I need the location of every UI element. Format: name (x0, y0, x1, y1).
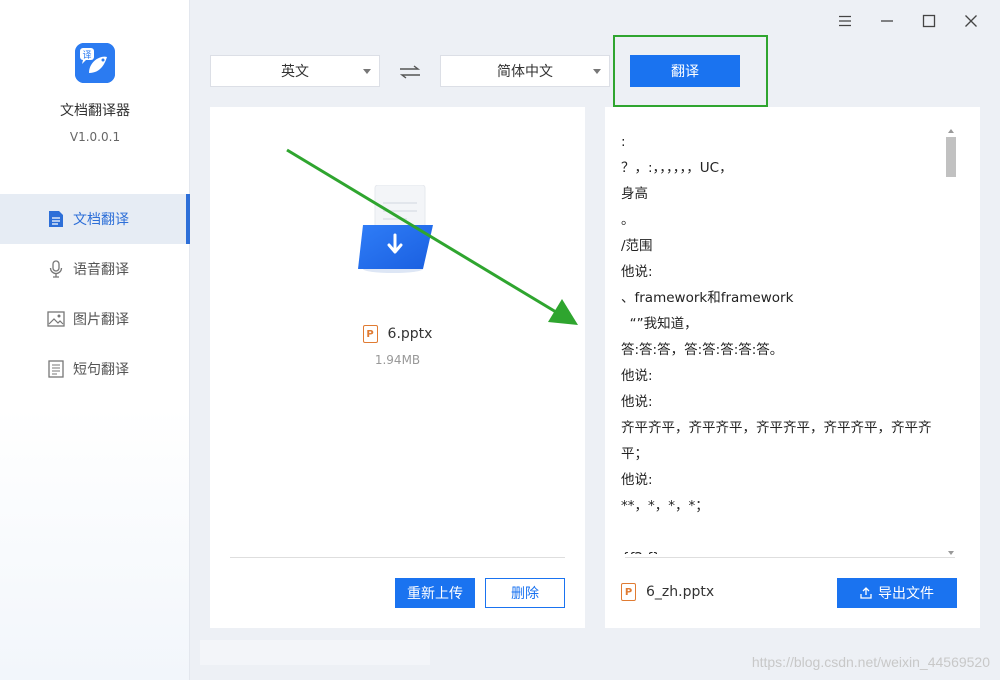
sidebar-item-document-translate[interactable]: 文档翻译 (0, 194, 190, 244)
sidebar-nav: 文档翻译 语音翻译 图片翻译 短句翻译 (0, 194, 190, 394)
delete-button[interactable]: 删除 (485, 578, 565, 608)
export-icon (860, 587, 872, 599)
sidebar-item-label: 图片翻译 (73, 312, 129, 328)
app-logo-icon: 译 (75, 43, 115, 83)
scroll-thumb[interactable] (946, 137, 956, 177)
translate-button[interactable]: 翻译 (630, 55, 740, 87)
result-line: 他说: (621, 472, 653, 488)
result-line: “”我知道， (621, 316, 698, 332)
result-line: /范围 (621, 238, 653, 254)
output-file-info: P 6_zh.pptx (621, 583, 714, 601)
source-file-info: P 6.pptx (210, 325, 585, 343)
sidebar-item-label: 语音翻译 (73, 262, 129, 278)
result-line: 他说: (621, 264, 653, 280)
close-icon[interactable] (950, 8, 992, 34)
divider (230, 557, 565, 558)
export-button-label: 导出文件 (878, 586, 934, 602)
output-file-name: 6_zh.pptx (646, 584, 715, 600)
swap-icon[interactable] (396, 60, 424, 84)
target-language-select[interactable]: 简体中文 (440, 55, 610, 87)
pptx-file-icon: P (362, 325, 378, 343)
source-language-select[interactable]: 英文 (210, 55, 380, 87)
result-line (621, 519, 943, 545)
translation-result-panel: : ？，:，，，，，，UC， 身高。 /范围他说: 、framework和framewo… (605, 107, 980, 628)
result-line: **，*，*，*； (621, 498, 709, 514)
scroll-down-icon[interactable] (948, 551, 954, 555)
result-line: 他说: (621, 368, 653, 384)
source-file-size: 1.94MB (374, 353, 421, 367)
scrollbar[interactable] (945, 127, 957, 557)
source-document-panel: P 6.pptx 1.94MB 重新上传 删除 (210, 107, 585, 628)
sidebar-item-voice-translate[interactable]: 语音翻译 (0, 244, 190, 294)
source-language-label: 英文 (281, 64, 309, 80)
sidebar-item-sentence-translate[interactable]: 短句翻译 (0, 344, 190, 394)
chevron-down-icon (363, 69, 371, 74)
image-icon (46, 309, 66, 329)
status-bar (200, 640, 430, 665)
sidebar-item-label: 文档翻译 (73, 212, 129, 228)
result-line: 身高 (621, 186, 648, 202)
watermark: https://blog.csdn.net/weixin_44569520 (751, 654, 990, 670)
result-line: 。 (621, 212, 635, 228)
menu-icon[interactable] (824, 8, 866, 34)
pptx-file-icon: P (621, 583, 636, 601)
result-line: 他说: (621, 394, 653, 410)
result-line: {f2:f} (621, 545, 943, 554)
microphone-icon (46, 259, 66, 279)
document-icon (46, 209, 66, 229)
chevron-down-icon (593, 69, 601, 74)
result-line: 、framework和framework (621, 290, 794, 306)
sidebar: 译 文档翻译器 V1.0.0.1 文档翻译 语音翻译 图片翻译 短句翻译 (0, 0, 190, 680)
app-version: V1.0.0.1 (69, 130, 121, 144)
translation-result-text: : ？，:，，，，，，UC， 身高。 /范围他说: 、framework和framewo… (621, 129, 943, 554)
sidebar-item-image-translate[interactable]: 图片翻译 (0, 294, 190, 344)
minimize-icon[interactable] (866, 8, 908, 34)
result-line: 齐平齐平，齐平齐平，齐平齐平，齐平齐平，齐平齐平； (621, 420, 932, 462)
svg-text:译: 译 (82, 50, 91, 61)
app-name: 文档翻译器 (60, 103, 130, 119)
result-line: ？，:，，，，，，UC， (621, 160, 733, 176)
document-upload-icon (355, 184, 440, 275)
source-file-name: 6.pptx (387, 326, 433, 342)
sidebar-item-label: 短句翻译 (73, 362, 129, 378)
divider (625, 557, 955, 558)
result-line: 答:答:答，答:答:答:答:答。 (621, 342, 784, 358)
target-language-label: 简体中文 (497, 64, 553, 80)
text-icon (46, 359, 66, 379)
result-line: : (621, 134, 626, 150)
reupload-button[interactable]: 重新上传 (395, 578, 475, 608)
scroll-up-icon[interactable] (948, 129, 954, 133)
window-controls (824, 8, 992, 34)
export-file-button[interactable]: 导出文件 (837, 578, 957, 608)
maximize-icon[interactable] (908, 8, 950, 34)
